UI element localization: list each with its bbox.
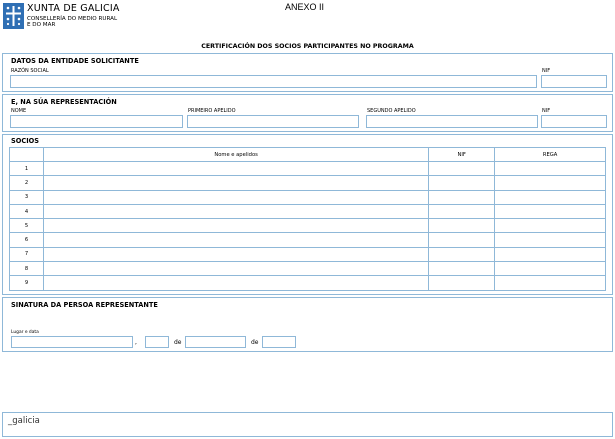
row-number: 4 bbox=[9, 203, 44, 220]
name-cell[interactable] bbox=[42, 275, 430, 291]
name-cell[interactable] bbox=[42, 160, 430, 177]
rega-cell[interactable] bbox=[494, 189, 606, 205]
de-separator-2: de bbox=[251, 339, 259, 346]
day-field[interactable] bbox=[145, 336, 169, 348]
razon-social-label: RAZÓN SOCIAL bbox=[11, 68, 49, 74]
row-number: 7 bbox=[9, 246, 44, 263]
entity-section-title: DATOS DA ENTIDADE SOLICITANTE bbox=[11, 57, 139, 65]
nif-cell[interactable] bbox=[428, 232, 496, 248]
representation-section: E, NA SÚA REPRESENTACIÓN NOME PRIMEIRO A… bbox=[2, 94, 613, 132]
name-cell[interactable] bbox=[42, 175, 430, 191]
table-row: 7 bbox=[9, 246, 606, 263]
nif-cell[interactable] bbox=[428, 189, 496, 205]
nif-cell[interactable] bbox=[428, 275, 496, 291]
name-cell[interactable] bbox=[42, 246, 430, 263]
rega-cell[interactable] bbox=[494, 160, 606, 177]
table-row: 4 bbox=[9, 203, 606, 220]
xunta-logo: XUNTA DE GALICIA CONSELLERÍA DO MEDIO RU… bbox=[3, 3, 123, 33]
row-number: 9 bbox=[9, 275, 44, 291]
table-row: 2 bbox=[9, 175, 606, 191]
xunta-emblem-icon bbox=[3, 3, 24, 29]
entity-nif-label: NIF bbox=[542, 68, 551, 74]
signature-section: SINATURA DA PERSOA REPRESENTANTE Lugar e… bbox=[2, 297, 613, 352]
comma-separator: , bbox=[135, 339, 137, 346]
table-row: 5 bbox=[9, 218, 606, 234]
header-name-cell: Nome e apelidos bbox=[42, 147, 430, 162]
rega-cell[interactable] bbox=[494, 246, 606, 263]
document-title: CERTIFICACIÓN DOS SOCIOS PARTICIPANTES N… bbox=[201, 43, 414, 50]
nif-cell[interactable] bbox=[428, 203, 496, 220]
name-cell[interactable] bbox=[42, 218, 430, 234]
row-number: 5 bbox=[9, 218, 44, 234]
nif-cell[interactable] bbox=[428, 160, 496, 177]
rega-cell[interactable] bbox=[494, 203, 606, 220]
org-subtitle: CONSELLERÍA DO MEDIO RURAL E DO MAR bbox=[27, 16, 117, 29]
name-field[interactable] bbox=[10, 115, 183, 128]
rep-nif-label: NIF bbox=[542, 108, 551, 114]
nif-cell[interactable] bbox=[428, 218, 496, 234]
name-cell[interactable] bbox=[42, 189, 430, 205]
razon-social-field[interactable] bbox=[10, 75, 537, 88]
name-cell[interactable] bbox=[42, 203, 430, 220]
nif-cell[interactable] bbox=[428, 261, 496, 277]
table-row: 1 bbox=[9, 160, 606, 177]
socios-table: Nome e apelidos NIF REGA 1 2 3 4 5 6 7 8… bbox=[9, 147, 606, 291]
month-field[interactable] bbox=[185, 336, 246, 348]
signature-section-title: SINATURA DA PERSOA REPRESENTANTE bbox=[11, 301, 158, 309]
de-separator-1: de bbox=[174, 339, 182, 346]
first-surname-label: PRIMEIRO APELIDO bbox=[188, 108, 236, 114]
socios-section-title: SOCIOS bbox=[11, 137, 40, 145]
first-surname-field[interactable] bbox=[187, 115, 359, 128]
rega-cell[interactable] bbox=[494, 175, 606, 191]
rega-cell[interactable] bbox=[494, 218, 606, 234]
row-number: 8 bbox=[9, 261, 44, 277]
name-cell[interactable] bbox=[42, 261, 430, 277]
place-date-label: Lugar e data bbox=[11, 330, 39, 335]
representation-section-title: E, NA SÚA REPRESENTACIÓN bbox=[11, 98, 117, 106]
year-field[interactable] bbox=[262, 336, 296, 348]
second-surname-field[interactable] bbox=[366, 115, 538, 128]
row-number: 1 bbox=[9, 160, 44, 177]
galicia-brand-logo: _galicia bbox=[8, 416, 40, 426]
rega-cell[interactable] bbox=[494, 261, 606, 277]
org-title: XUNTA DE GALICIA bbox=[27, 3, 120, 14]
header-nif-cell: NIF bbox=[428, 147, 496, 162]
header-number-cell bbox=[9, 147, 44, 162]
place-field[interactable] bbox=[11, 336, 133, 348]
annex-label: ANEXO II bbox=[285, 2, 325, 12]
rega-cell[interactable] bbox=[494, 275, 606, 291]
table-row: 9 bbox=[9, 275, 606, 291]
nif-cell[interactable] bbox=[428, 175, 496, 191]
org-subtitle-line2: E DO MAR bbox=[27, 22, 56, 29]
row-number: 2 bbox=[9, 175, 44, 191]
row-number: 6 bbox=[9, 232, 44, 248]
second-surname-label: SEGUNDO APELIDO bbox=[367, 108, 416, 114]
name-label: NOME bbox=[11, 108, 27, 114]
table-row: 8 bbox=[9, 261, 606, 277]
header-rega-cell: REGA bbox=[494, 147, 606, 162]
entity-section: DATOS DA ENTIDADE SOLICITANTE RAZÓN SOCI… bbox=[2, 53, 613, 92]
rega-cell[interactable] bbox=[494, 232, 606, 248]
table-row: 3 bbox=[9, 189, 606, 205]
row-number: 3 bbox=[9, 189, 44, 205]
nif-cell[interactable] bbox=[428, 246, 496, 263]
table-header-row: Nome e apelidos NIF REGA bbox=[9, 147, 606, 162]
rep-nif-field[interactable] bbox=[541, 115, 607, 128]
table-row: 6 bbox=[9, 232, 606, 248]
name-cell[interactable] bbox=[42, 232, 430, 248]
footer-bar bbox=[2, 412, 613, 437]
entity-nif-field[interactable] bbox=[541, 75, 607, 88]
